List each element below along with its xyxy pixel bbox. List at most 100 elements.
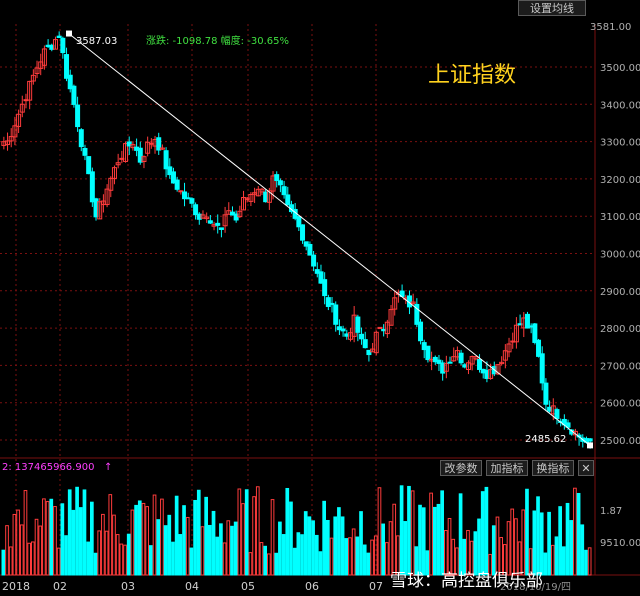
volume-bar: [274, 552, 279, 576]
volume-bar: [104, 530, 109, 576]
candle-body: [277, 180, 283, 186]
candle-body: [218, 227, 224, 230]
candle-body: [189, 198, 195, 204]
volume-bar: [444, 530, 448, 576]
volume-bar: [562, 546, 566, 576]
volume-bar: [42, 498, 46, 576]
y-axis-ticks: 2500.00 2600.00 2700.00 2800.00 2900.00 3000.…: [600, 63, 640, 447]
y-tick-label: 3000.00: [600, 250, 640, 261]
y-tick-label: 3200.00: [600, 175, 640, 186]
volume-bar: [296, 532, 301, 576]
volume-bar: [484, 486, 489, 576]
chart-window: 2500.00 2600.00 2700.00 2800.00 2900.00 3000.…: [0, 0, 640, 596]
volume-bar: [392, 503, 397, 576]
candle-body: [163, 150, 169, 170]
volume-bar: [167, 514, 172, 576]
volume-bar: [208, 524, 212, 576]
volume-bar: [270, 499, 275, 576]
volume-bar: [233, 521, 238, 576]
volume-bar: [112, 514, 116, 576]
chart-title: 上证指数: [428, 63, 516, 88]
x-tick-label: 02: [53, 580, 67, 593]
volume-bar: [388, 521, 393, 576]
volume-bar: [300, 534, 304, 576]
candle-body: [554, 409, 560, 420]
volume-bar: [407, 485, 411, 576]
candle-body: [543, 382, 549, 405]
candle-body: [285, 194, 291, 206]
volume-bar: [49, 498, 54, 576]
volume-bar: [160, 498, 164, 576]
volume-bar: [200, 526, 205, 576]
candle-body: [587, 438, 593, 442]
volume-bar: [237, 488, 242, 576]
volume-bar: [171, 541, 175, 576]
x-tick-label: 2018: [2, 580, 30, 593]
volume-bar: [418, 504, 422, 576]
candlestick-series: [1, 31, 593, 449]
volume-bar: [547, 511, 551, 576]
volume-bar: [543, 552, 548, 576]
volume-bar: [64, 535, 68, 576]
candle-body: [281, 186, 287, 196]
candle-body: [458, 352, 464, 364]
volume-bar: [333, 516, 338, 576]
volume-bar: [281, 534, 286, 576]
switch-indicator-button[interactable]: 换指标: [532, 460, 574, 476]
volume-bar: [248, 552, 253, 576]
chart-canvas: 2500.00 2600.00 2700.00 2800.00 2900.00 3000.…: [0, 22, 640, 593]
ma-settings-button[interactable]: 设置均线: [518, 0, 586, 16]
volume-bar: [123, 544, 127, 576]
volume-bar: [244, 489, 249, 576]
volume-bar: [385, 542, 389, 576]
volume-bar: [93, 552, 98, 576]
volume-bar: [19, 524, 24, 576]
candle-body: [89, 171, 95, 203]
candle-body: [362, 339, 368, 349]
volume-bar: [278, 521, 282, 576]
volume-bar: [38, 525, 43, 576]
change-text: 涨跌: -1098.78 幅度: -30.65%: [146, 34, 289, 47]
volume-bar: [410, 490, 415, 576]
volume-bar: [521, 509, 526, 576]
trend-line-segment: [69, 34, 591, 446]
volume-bar: [178, 534, 183, 576]
volume-bar: [215, 536, 220, 576]
y-tick-label: 3300.00: [600, 138, 640, 149]
volume-bar: [462, 538, 467, 576]
trend-end-marker: [587, 442, 593, 449]
close-button[interactable]: ✕: [578, 460, 594, 476]
change-params-button[interactable]: 改参数: [440, 460, 482, 476]
volume-bar: [8, 546, 13, 576]
volume-bar: [252, 496, 256, 576]
volume-bar: [75, 486, 79, 576]
grid-lines: [0, 24, 640, 576]
y-tick-label: 2500.00: [600, 436, 640, 447]
candle-body: [333, 304, 339, 325]
candle-body: [477, 359, 483, 370]
candle-body: [322, 279, 328, 297]
candle-body: [307, 243, 313, 256]
volume-bar: [451, 538, 456, 576]
volume-bar: [145, 506, 149, 576]
x-tick-label: 03: [121, 580, 135, 593]
candle-body: [78, 129, 84, 148]
low-label: 2485.62: [525, 434, 566, 445]
volume-bar: [115, 534, 120, 576]
volume-bar: [31, 541, 35, 576]
volume-bar: [573, 487, 577, 576]
y-tick-label: 2600.00: [600, 399, 640, 410]
candle-body: [274, 174, 280, 181]
volume-bar: [366, 552, 371, 576]
candle-body: [340, 328, 346, 332]
volume-bar: [119, 543, 124, 576]
volume-bar: [12, 513, 17, 576]
volume-bar: [56, 547, 61, 576]
candle-body: [193, 204, 199, 216]
volume-bar: [174, 495, 179, 576]
volume-readout: 2: 137465966.900: [2, 462, 94, 473]
y-axis-top-label: 3581.00: [590, 22, 631, 33]
candle-body: [359, 333, 365, 340]
add-indicator-button[interactable]: 加指标: [486, 460, 528, 476]
candle-body: [418, 321, 424, 342]
